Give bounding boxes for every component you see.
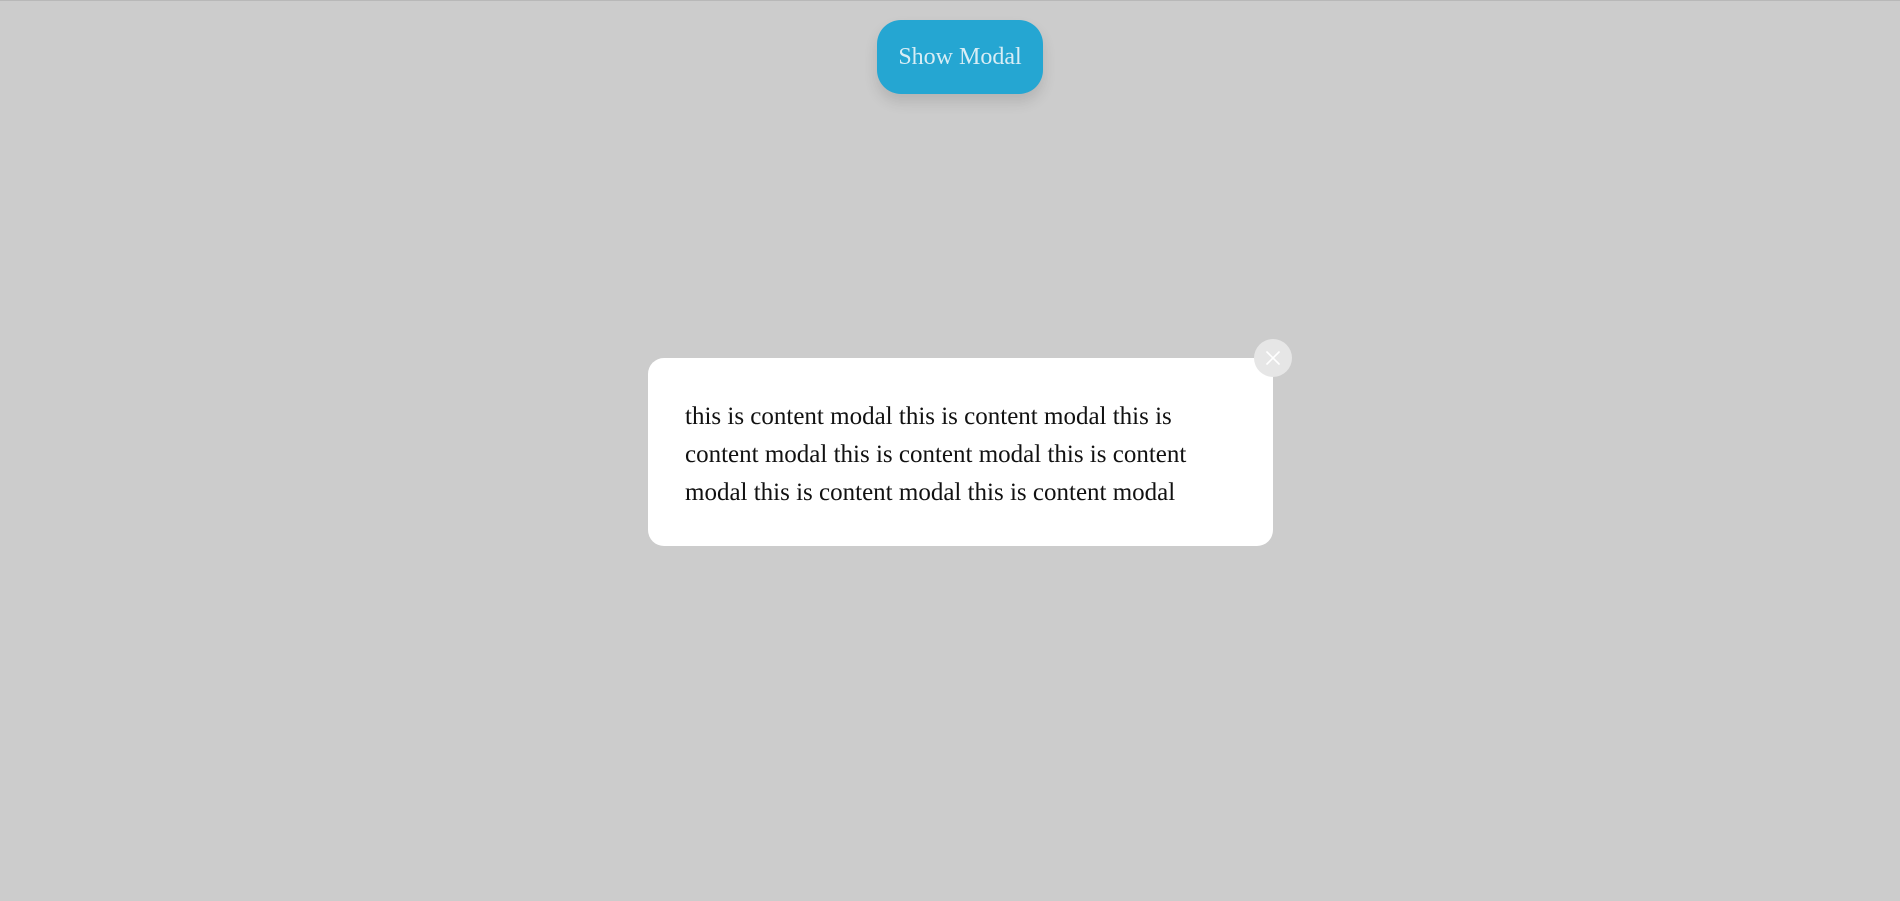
modal-content-text: this is content modal this is content mo… [685,403,1187,506]
show-modal-button[interactable]: Show Modal [877,20,1043,94]
close-icon [1265,350,1281,366]
modal-close-button[interactable] [1254,339,1292,377]
top-divider [0,0,1900,1]
modal-dialog: this is content modal this is content mo… [648,358,1273,546]
